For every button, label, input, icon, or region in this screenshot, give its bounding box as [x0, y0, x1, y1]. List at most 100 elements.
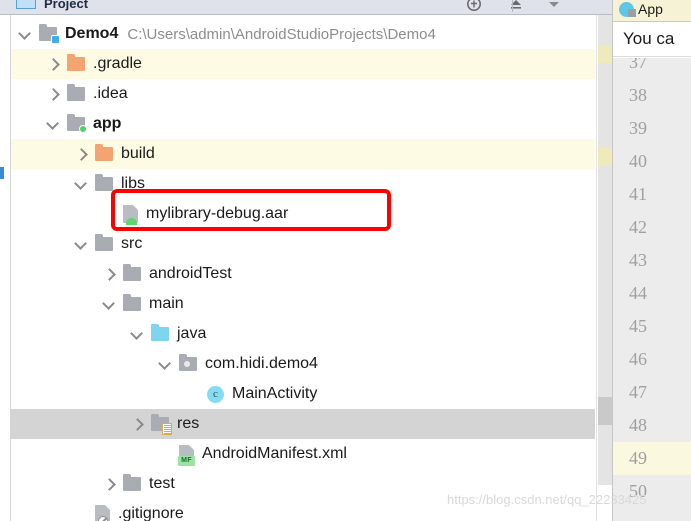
folder-icon: [123, 294, 141, 311]
line-number-gutter: 37 38 39 40 41 42 43 44 45 46 47 48 49 50: [613, 58, 691, 521]
settings-icon[interactable]: [466, 0, 482, 14]
scrollbar-marker: [598, 45, 612, 63]
gutter-line-number: 45: [613, 310, 691, 343]
chevron-right-icon[interactable]: [103, 478, 116, 491]
line-number-text: 48: [629, 415, 647, 435]
chevron-right-icon[interactable]: [47, 88, 60, 101]
project-folder-icon: [39, 24, 60, 44]
gutter-line-number: 44: [613, 277, 691, 310]
line-number-text: 47: [629, 382, 647, 402]
folder-orange-icon: [95, 144, 113, 161]
tree-row-label: src: [121, 235, 143, 252]
tree-row[interactable]: .idea: [11, 79, 595, 109]
gutter-line-number: 38: [613, 79, 691, 112]
tree-row-label: MainActivity: [232, 385, 318, 402]
editor-header-text: You ca: [623, 29, 675, 48]
gutter-line-number: 47: [613, 376, 691, 409]
editor-tab-label[interactable]: App: [638, 1, 663, 17]
editor-tab-bar[interactable]: App: [613, 0, 691, 22]
chevron-down-icon[interactable]: [75, 238, 88, 251]
collapse-all-icon[interactable]: [508, 0, 524, 14]
line-number-text: 42: [629, 217, 647, 237]
aar-file-icon: [123, 205, 138, 225]
manifest-file-icon: MF: [178, 445, 195, 466]
tree-row-path: C:\Users\admin\AndroidStudioProjects\Dem…: [127, 25, 436, 43]
line-number-text: 39: [629, 118, 647, 138]
java-class-icon: c: [207, 385, 224, 403]
gutter-line-number: 37: [613, 58, 691, 79]
line-number-text: 44: [629, 283, 647, 303]
scrollbar-marker: [598, 148, 612, 166]
tree-row-label: Demo4: [65, 25, 119, 42]
module-folder-icon: [67, 114, 87, 133]
tree-left-gutter: [0, 15, 11, 521]
changed-marker: [0, 167, 4, 179]
tree-row-label: res: [177, 415, 200, 432]
tree-row-label: main: [149, 295, 184, 312]
tree-row[interactable]: app: [11, 109, 595, 139]
tree-row[interactable]: MF AndroidManifest.xml: [11, 439, 595, 469]
tree-row-label: AndroidManifest.xml: [202, 445, 347, 462]
folder-icon: [67, 84, 85, 101]
tree-scrollbar-thumb[interactable]: [598, 397, 612, 425]
tree-row[interactable]: java: [11, 319, 595, 349]
tree-row[interactable]: build: [11, 139, 595, 169]
chevron-right-icon[interactable]: [131, 418, 144, 431]
editor-header: You ca: [613, 23, 691, 57]
editor-strip: App You ca 37 38 39 40 41 42 43 44 45 46 47 48 49 50: [612, 0, 691, 521]
tree-row[interactable]: c MainActivity: [11, 379, 595, 409]
line-number-text: 37: [629, 58, 647, 72]
android-gradle-icon: [619, 2, 636, 17]
hide-panel-icon[interactable]: [546, 0, 562, 14]
line-number-text: 46: [629, 349, 647, 369]
tree-row[interactable]: libs: [11, 169, 595, 199]
gutter-line-number: 43: [613, 244, 691, 277]
tree-row-label: .idea: [93, 85, 128, 102]
panel-title: Project: [44, 0, 89, 11]
tree-row-label: com.hidi.demo4: [205, 355, 318, 372]
tree-row-label: .gitignore: [118, 505, 184, 521]
tree-row[interactable]: androidTest: [11, 259, 595, 289]
tree-row-label: build: [121, 145, 155, 162]
chevron-down-icon[interactable]: [159, 358, 172, 371]
chevron-down-icon[interactable]: [103, 298, 116, 311]
gutter-line-number: 46: [613, 343, 691, 376]
line-number-text: 41: [629, 184, 647, 204]
gutter-line-number: 41: [613, 178, 691, 211]
package-icon: [179, 354, 197, 371]
tree-row-label: mylibrary-debug.aar: [146, 205, 289, 222]
tree-row[interactable]: src: [11, 229, 595, 259]
tree-row[interactable]: com.hidi.demo4: [11, 349, 595, 379]
chevron-right-icon[interactable]: [47, 58, 60, 71]
watermark-text: https://blog.csdn.net/qq_22233425: [447, 492, 647, 507]
tree-row-label: app: [93, 115, 122, 132]
line-number-text: 40: [629, 151, 647, 171]
tree-scrollbar[interactable]: [596, 15, 612, 521]
screenshot-root: Project Demo4 C:\Users\admin\AndroidStudi…: [0, 0, 691, 521]
tree-row-label: test: [149, 475, 175, 492]
res-folder-icon: [151, 414, 172, 435]
chevron-down-icon[interactable]: [75, 178, 88, 191]
folder-icon: [95, 234, 113, 251]
chevron-down-icon[interactable]: [19, 28, 32, 41]
chevron-down-icon[interactable]: [131, 328, 144, 341]
tree-row[interactable]: main: [11, 289, 595, 319]
chevron-right-icon[interactable]: [103, 268, 116, 281]
chevron-down-icon[interactable]: [47, 118, 60, 131]
line-number-text: 38: [629, 85, 647, 105]
toolbar-separator: [512, 0, 513, 12]
tree-row-label: libs: [121, 175, 146, 192]
tree-row[interactable]: res: [11, 409, 595, 439]
project-tree-panel[interactable]: Demo4 C:\Users\admin\AndroidStudioProject…: [0, 15, 612, 521]
gutter-line-number: 40: [613, 145, 691, 178]
line-number-text: 45: [629, 316, 647, 336]
chevron-right-icon[interactable]: [75, 148, 88, 161]
tree-row[interactable]: Demo4 C:\Users\admin\AndroidStudioProject…: [11, 19, 595, 49]
folder-icon: [123, 474, 141, 491]
folder-icon: [95, 174, 113, 191]
gutter-line-number: 48: [613, 409, 691, 442]
project-view-icon[interactable]: [16, 0, 36, 9]
tree-row[interactable]: mylibrary-debug.aar: [11, 199, 595, 229]
tree-row[interactable]: .gradle: [11, 49, 595, 79]
gutter-line-number: 42: [613, 211, 691, 244]
